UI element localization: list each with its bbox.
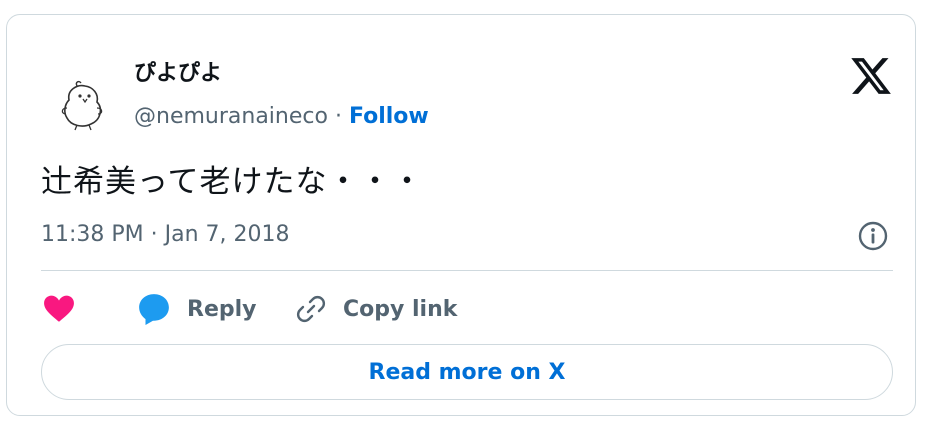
follow-link[interactable]: Follow: [349, 104, 429, 129]
reply-button[interactable]: Reply: [137, 289, 257, 329]
reply-label: Reply: [187, 296, 257, 322]
avatar-bird-icon: [61, 80, 103, 131]
handle-separator: ·: [334, 104, 349, 129]
like-button[interactable]: [43, 289, 75, 329]
tweet-text: 辻希美って老けたな・・・: [41, 164, 424, 200]
divider: [41, 270, 893, 271]
copy-link-label: Copy link: [343, 296, 458, 322]
display-name[interactable]: ぴよぴよ: [134, 57, 222, 91]
x-logo-icon[interactable]: [849, 54, 893, 98]
tweet-card: ぴよぴよ @nemuranaineco · Follow 辻希美って老けたな・・…: [6, 14, 916, 416]
link-icon: [296, 295, 326, 323]
read-more-label: Read more on X: [368, 359, 566, 385]
tweet-timestamp[interactable]: 11:38 PM · Jan 7, 2018: [41, 218, 290, 252]
handle-row: @nemuranaineco · Follow: [134, 101, 429, 133]
user-handle[interactable]: @nemuranaineco: [134, 104, 328, 129]
copy-link-button[interactable]: Copy link: [295, 289, 457, 329]
reply-bubble-icon: [139, 294, 169, 325]
heart-icon: [44, 295, 74, 322]
info-icon[interactable]: [856, 219, 890, 253]
read-more-button[interactable]: Read more on X: [41, 344, 893, 400]
avatar[interactable]: [47, 68, 119, 140]
